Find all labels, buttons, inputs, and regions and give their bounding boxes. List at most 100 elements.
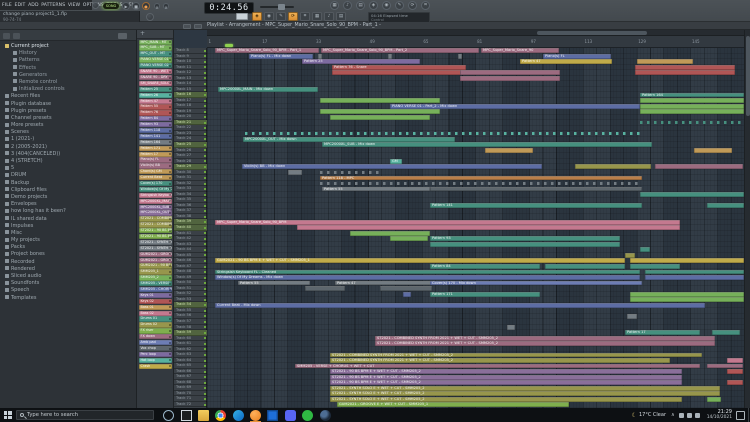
playlist-clip[interactable]: Pattern 171 — [430, 292, 540, 297]
browser-item-recorded[interactable]: Recorded — [0, 259, 136, 266]
picker-item[interactable]: SNARE 90 - WET — [139, 69, 172, 74]
playlist-clip[interactable]: MPC2000XL_MAIN - Mix down — [218, 87, 318, 92]
picker-item[interactable]: Bass 02 — [139, 311, 172, 316]
playlist-clip[interactable] — [320, 171, 380, 174]
picker-item[interactable]: Pattern 25 — [139, 87, 172, 92]
playlist-clip[interactable]: Pattern 118 - MPC — [320, 176, 642, 181]
playlist-clip[interactable] — [645, 275, 744, 280]
browser-item-remote-control[interactable]: Remote control — [0, 79, 136, 86]
playlist-clip[interactable] — [645, 270, 744, 275]
playlist-clip[interactable]: Stringsish Keyboard FL - Cleaned — [215, 270, 640, 275]
close-x-icon[interactable]: ✕ — [154, 3, 160, 9]
playlist-clip[interactable] — [635, 70, 735, 75]
playlist-clip[interactable] — [655, 164, 743, 169]
playlist-clip[interactable] — [350, 231, 430, 236]
vertical-scrollbar[interactable] — [744, 30, 750, 408]
playlist-clip[interactable]: SMM205 - VERSE + CHORUS + WET + CUT — [295, 364, 700, 369]
playlist-clip[interactable]: ST2021 - COMBINED SYNTH FROM 2021 + WET … — [375, 341, 715, 346]
browser-item-drum[interactable]: DRUM — [0, 172, 136, 179]
picker-item[interactable]: Pattern 141 — [139, 134, 172, 139]
browser-collapse-icon[interactable] — [3, 33, 10, 39]
playlist-clip[interactable] — [707, 203, 744, 208]
picker-item[interactable]: ST2021 - 90 BS BPM E 1 — [139, 228, 172, 233]
playlist-clip[interactable] — [637, 59, 693, 64]
playlist-clip[interactable] — [507, 325, 515, 330]
browser-item-channel-presets[interactable]: Channel presets — [0, 115, 136, 122]
browser-item-current-project[interactable]: Current project — [0, 43, 136, 50]
record-button[interactable]: ● — [142, 2, 150, 10]
picker-item[interactable]: Window(s) Of My Dreams — [139, 187, 172, 192]
browser-item-soundfonts[interactable]: Soundfonts — [0, 280, 136, 287]
playlist-clip[interactable] — [630, 292, 744, 297]
playlist-clip[interactable] — [380, 286, 432, 291]
browser-item-generators[interactable]: Generators — [0, 72, 136, 79]
playlist-clip[interactable] — [288, 170, 302, 175]
browser-item-how-long-has-it-been-[interactable]: how long has it been? — [0, 208, 136, 215]
playlist-clip[interactable]: Pattern 55 — [322, 187, 430, 192]
picker-item[interactable]: SMM205 - CHORUS — [139, 287, 172, 292]
picker-item[interactable]: Keys 02 — [139, 299, 172, 304]
playlist-clip[interactable]: ST2021 - SYNTH SOLO E + WET + CUT - SMM2… — [330, 386, 720, 391]
menu-item-patterns[interactable]: PATTERNS — [41, 3, 65, 8]
picker-item[interactable]: Current Beat — [139, 175, 172, 180]
playlist-clip[interactable] — [485, 148, 533, 153]
picker-item[interactable]: Pattern 47 — [139, 99, 172, 104]
playlist-clip[interactable] — [320, 182, 642, 185]
playlist-clip[interactable]: Pattern 47 — [520, 59, 612, 64]
browser-item-envelopes[interactable]: Envelopes — [0, 201, 136, 208]
step-edit-icon[interactable]: ◉ — [264, 12, 274, 21]
discord-icon[interactable] — [285, 410, 296, 421]
playlist-clip[interactable]: Piano(s) FL — [543, 54, 611, 59]
playlist-clip[interactable] — [403, 292, 411, 297]
menu-item-view[interactable]: VIEW — [68, 3, 80, 8]
start-button[interactable] — [0, 408, 16, 422]
picker-item[interactable]: GUM2021 - GROOVE 2 — [139, 258, 172, 263]
playlist-clip[interactable]: Window(s) Of My Dreams - Mix down — [215, 275, 640, 280]
playlist-clip[interactable]: Pattern 84 — [430, 264, 540, 269]
playlist-clip[interactable] — [640, 98, 744, 103]
security-tray-icon[interactable] — [679, 413, 684, 418]
browser-icon[interactable]: ◉ — [382, 1, 391, 10]
picker-item[interactable]: Keys 01 — [139, 293, 172, 298]
playlist-clip[interactable] — [545, 264, 625, 269]
search-input[interactable]: Type here to search — [16, 410, 154, 420]
playlist-clip[interactable] — [430, 242, 620, 247]
browser-item-misc[interactable]: Misc — [0, 230, 136, 237]
taskbar-clock[interactable]: 21:29 14/10/2021 — [707, 410, 732, 421]
picker-item[interactable]: ST2021 - COMBINED 1 — [139, 216, 172, 221]
browser-item-4-stretch-[interactable]: 4 (STRETCH) — [0, 158, 136, 165]
playlist-clip[interactable] — [707, 364, 743, 369]
playlist-clip[interactable]: Violin(s) BB - Mix down — [242, 164, 542, 169]
picker-item[interactable]: SNARE 90 - DRY — [139, 75, 172, 80]
playlist-clip[interactable] — [635, 65, 735, 70]
browser-item-clipboard-files[interactable]: Clipboard files — [0, 187, 136, 194]
browser-item-templates[interactable]: Templates — [0, 295, 136, 302]
playlist-clip[interactable]: Pattern 55 — [238, 281, 310, 286]
picker-item[interactable]: SMM205 - VERSE — [139, 281, 172, 286]
playlist-clip[interactable]: Pattern 164 — [640, 93, 744, 98]
picker-item[interactable]: ST2021 - COMBINED 2 — [139, 222, 172, 227]
playlist-clip[interactable] — [727, 358, 743, 363]
playlist-clip[interactable] — [712, 330, 740, 335]
main-pitch-slider[interactable] — [260, 6, 294, 8]
playlist-clip[interactable] — [458, 54, 462, 59]
playlist-clip[interactable] — [297, 225, 680, 230]
tray-expand-icon[interactable]: ∧ — [671, 412, 675, 418]
playlist-clip[interactable] — [630, 264, 680, 269]
picker-item[interactable]: Pattern 84 — [139, 116, 172, 121]
file-explorer-icon[interactable] — [198, 410, 209, 421]
playlist-clip[interactable]: ST2021 - COMBINED SYNTH FROM 2021 + WET … — [330, 353, 702, 358]
mixer-icon[interactable]: ◈ — [369, 1, 378, 10]
playlist-clip[interactable]: ST2021 - SYNTH SOLO E + WET + CUT - SMM2… — [330, 391, 720, 396]
playlist-clip[interactable] — [625, 253, 635, 258]
playlist-clip[interactable]: Pattern 47 — [335, 281, 431, 286]
snap-selector[interactable] — [236, 13, 248, 20]
playlist-clip[interactable]: Pattern 76 - Snare — [332, 65, 466, 70]
main-volume-knob[interactable] — [92, 2, 99, 9]
picker-item[interactable]: Pattern 55 — [139, 104, 172, 109]
browser-item-recent-files[interactable]: Recent files — [0, 93, 136, 100]
countdown-icon[interactable]: ⌗ — [300, 12, 310, 21]
playlist-clip[interactable]: MPC_Super_Mario_Snare_Solo_90_BPM — [215, 220, 680, 225]
chrome-icon[interactable] — [215, 410, 226, 421]
picker-item[interactable]: Perc loop — [139, 352, 172, 357]
